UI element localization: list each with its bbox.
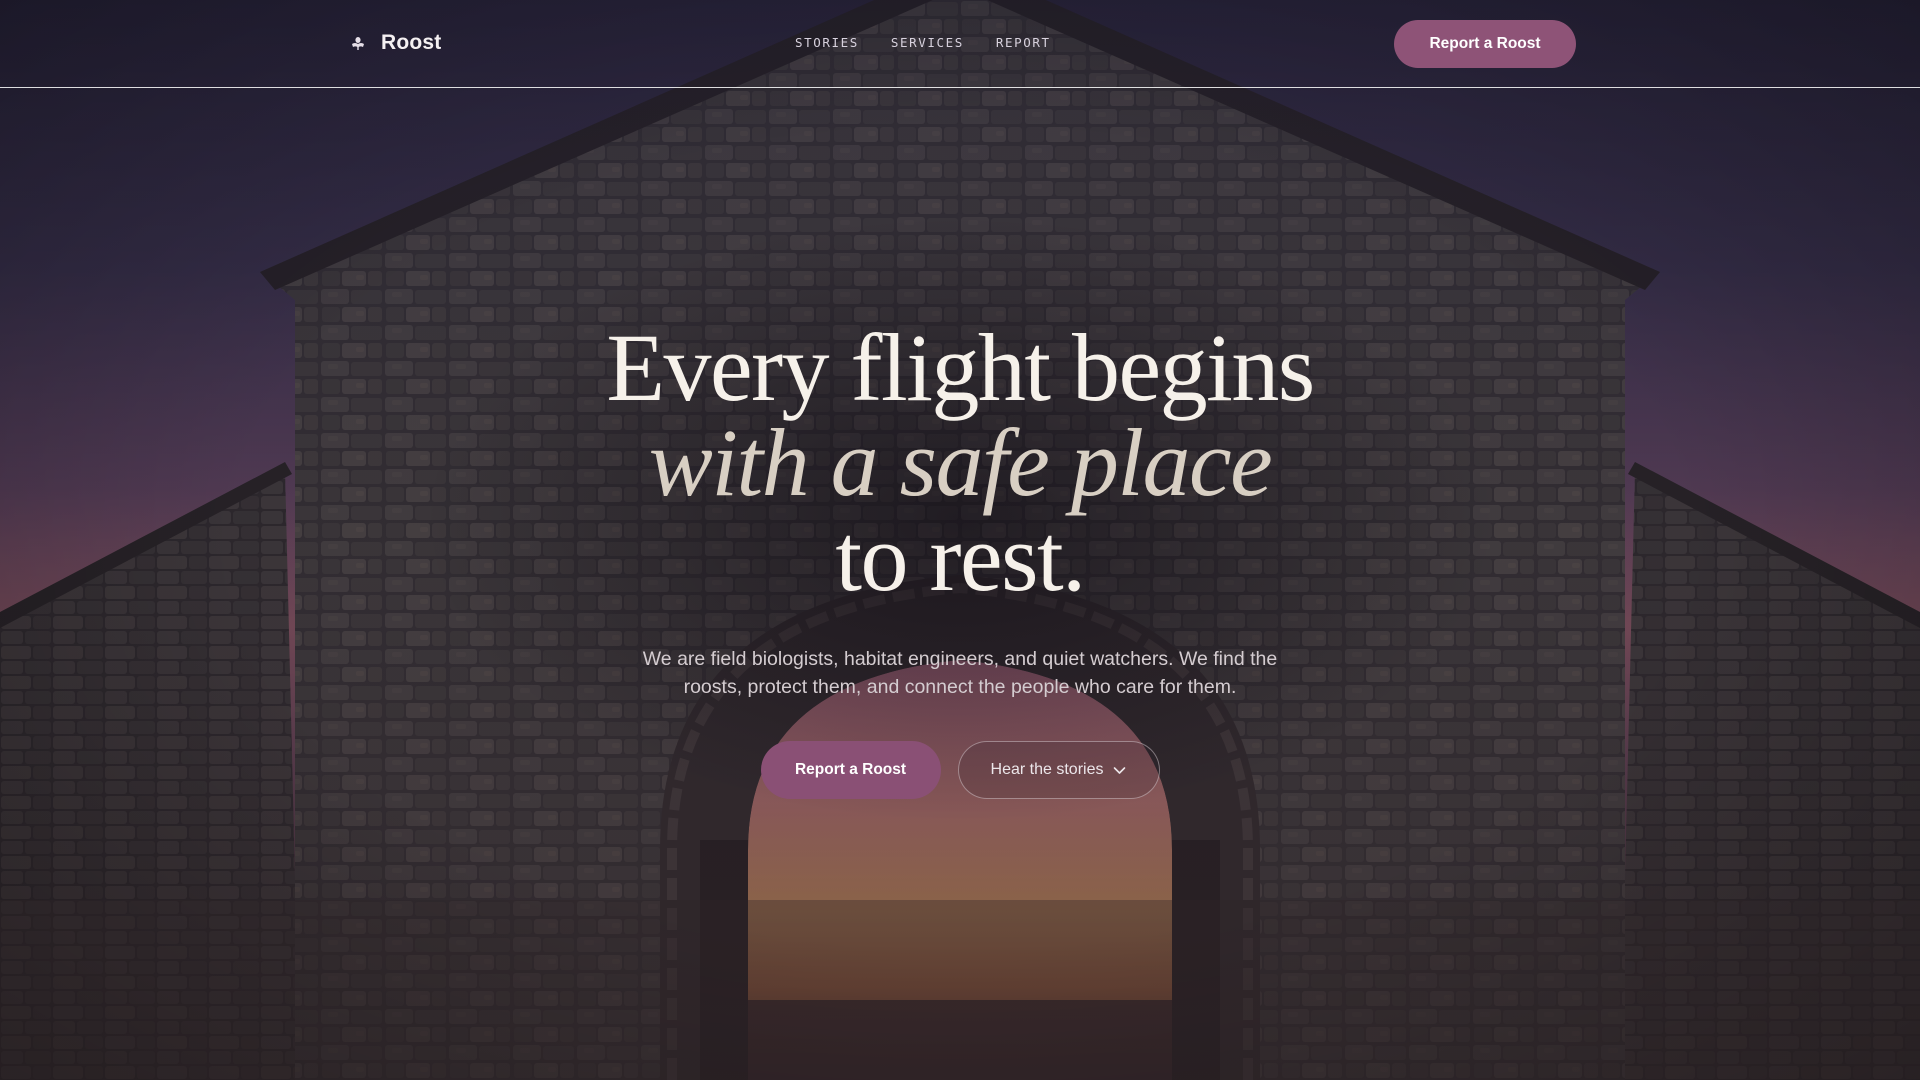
nav-link-services[interactable]: SERVICES [891, 35, 964, 50]
hero-subtitle: We are field biologists, habitat enginee… [642, 648, 1278, 698]
nav-link-report[interactable]: REPORT [996, 35, 1051, 50]
headline-line-2: with a safe place [648, 409, 1273, 516]
report-roost-button[interactable]: Report a Roost [760, 741, 941, 799]
hero-section: Every flight begins with a safe place to… [0, 320, 1920, 799]
hero-headline: Every flight begins with a safe place to… [0, 314, 1920, 611]
main-nav: STORIES SERVICES REPORT [795, 35, 1051, 50]
hear-the-stories-button[interactable]: Hear the stories [957, 741, 1160, 799]
brand-name: Roost [381, 31, 442, 54]
chevron-down-icon [1114, 766, 1126, 774]
headline-line-1: Every flight begins [606, 314, 1315, 421]
nav-link-stories[interactable]: STORIES [795, 35, 859, 50]
landing-page: Roost STORIES SERVICES REPORT Report a R… [0, 0, 1920, 1080]
hear-the-stories-label: Hear the stories [990, 761, 1104, 778]
bat-icon [352, 37, 364, 50]
report-roost-header-button[interactable]: Report a Roost [1394, 20, 1576, 68]
headline-line-3: to rest. [835, 504, 1086, 611]
site-header: Roost STORIES SERVICES REPORT Report a R… [0, 0, 1920, 88]
hero-cta-row: Report a Roost Hear the stories [0, 741, 1920, 799]
brand-logo[interactable]: Roost [351, 31, 442, 55]
